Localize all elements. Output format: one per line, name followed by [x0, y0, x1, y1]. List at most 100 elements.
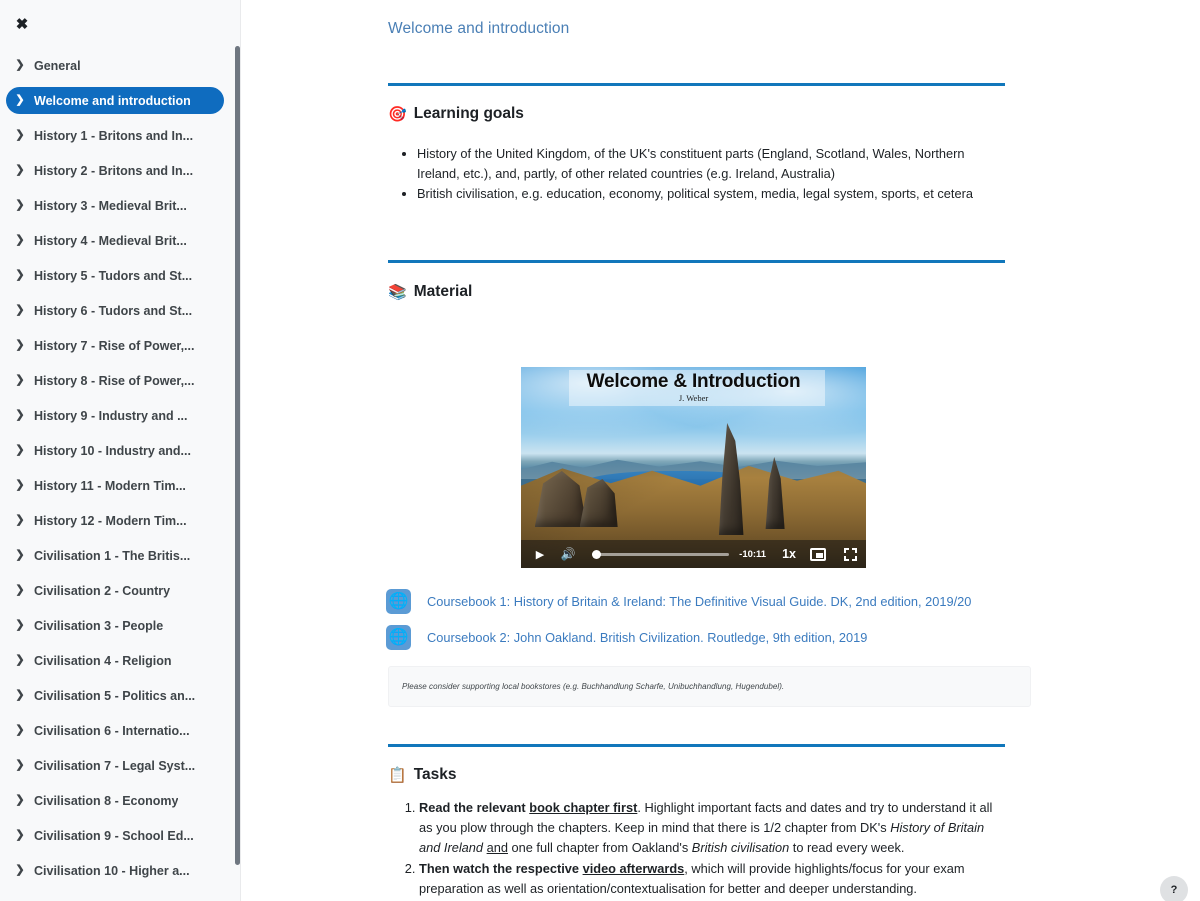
resource-link-label[interactable]: Coursebook 1: History of Britain & Irela…: [427, 594, 971, 609]
sidebar-item-label: Civilisation 4 - Religion: [34, 653, 172, 668]
sidebar-item-history-12-modern-tim[interactable]: ❯ History 12 - Modern Tim...: [6, 507, 224, 534]
chevron-right-icon: ❯: [15, 234, 25, 246]
sidebar-item-civilisation-4-religion[interactable]: ❯ Civilisation 4 - Religion: [6, 647, 224, 674]
sidebar-item-label: History 2 - Britons and In...: [34, 163, 194, 178]
sidebar-item-label: History 9 - Industry and ...: [34, 408, 188, 423]
globe-icon: 🌐: [386, 589, 411, 614]
tasks-heading: 📋 Tasks: [388, 766, 457, 784]
main-content: Welcome and introduction 🎯 Learning goal…: [241, 0, 1200, 901]
chevron-right-icon: ❯: [15, 409, 25, 421]
sidebar-item-history-5-tudors-and-st[interactable]: ❯ History 5 - Tudors and St...: [6, 262, 224, 289]
sidebar-item-label: History 12 - Modern Tim...: [34, 513, 187, 528]
sidebar-item-label: History 1 - Britons and In...: [34, 128, 194, 143]
task-text-run: Then watch the respective: [419, 860, 583, 876]
sidebar-item-history-11-modern-tim[interactable]: ❯ History 11 - Modern Tim...: [6, 472, 224, 499]
help-button[interactable]: ?: [1160, 876, 1188, 901]
chevron-right-icon: ❯: [15, 794, 25, 806]
task-text-run: book chapter first: [529, 800, 638, 815]
sidebar-item-label: History 4 - Medieval Brit...: [34, 233, 187, 248]
sidebar-item-history-9-industry-and[interactable]: ❯ History 9 - Industry and ...: [6, 402, 224, 429]
video-player[interactable]: Welcome & Introduction J. Weber ▶ 🔊 -10:…: [521, 367, 866, 568]
chevron-right-icon: ❯: [15, 94, 25, 106]
sidebar-item-civilisation-8-economy[interactable]: ❯ Civilisation 8 - Economy: [6, 787, 224, 814]
sidebar-item-history-7-rise-of-power[interactable]: ❯ History 7 - Rise of Power,...: [6, 332, 224, 359]
chevron-right-icon: ❯: [15, 619, 25, 631]
sidebar-item-civilisation-3-people[interactable]: ❯ Civilisation 3 - People: [6, 612, 224, 639]
drawer-scrollbar[interactable]: [235, 46, 240, 865]
clipboard-icon: 📋: [388, 766, 407, 784]
sidebar-item-civilisation-7-legal-syst[interactable]: ❯ Civilisation 7 - Legal Syst...: [6, 752, 224, 779]
chevron-right-icon: ❯: [15, 444, 25, 456]
task-text-run: to read every week.: [789, 840, 905, 856]
sidebar-item-label: Civilisation 5 - Politics an...: [34, 688, 196, 703]
sidebar-item-label: Civilisation 1 - The Britis...: [34, 548, 191, 563]
chevron-right-icon: ❯: [15, 584, 25, 596]
course-section-nav: ❯ General ❯ Welcome and introduction ❯ Histor…: [0, 46, 236, 901]
sidebar-item-history-4-medieval-brit[interactable]: ❯ History 4 - Medieval Brit...: [6, 227, 224, 254]
learning-goal-item: British civilisation, e.g. education, ec…: [417, 184, 988, 204]
sidebar-item-label: Civilisation 10 - Higher a...: [34, 863, 190, 878]
page-title: Welcome and introduction: [388, 20, 570, 38]
chevron-right-icon: ❯: [15, 759, 25, 771]
chevron-right-icon: ❯: [15, 339, 25, 351]
sidebar-item-label: Civilisation 3 - People: [34, 618, 164, 633]
sidebar-item-civilisation-6-internatio[interactable]: ❯ Civilisation 6 - Internatio...: [6, 717, 224, 744]
sidebar-item-label: Civilisation 6 - Internatio...: [34, 723, 190, 738]
tasks-heading-label: Tasks: [413, 766, 457, 783]
sidebar-item-civilisation-2-country[interactable]: ❯ Civilisation 2 - Country: [6, 577, 224, 604]
picture-in-picture-icon[interactable]: [810, 547, 826, 561]
sidebar-item-history-6-tudors-and-st[interactable]: ❯ History 6 - Tudors and St...: [6, 297, 224, 324]
sidebar-item-general[interactable]: ❯ General: [6, 52, 224, 79]
target-icon: 🎯: [388, 105, 407, 123]
bookstore-note-box: Please consider supporting local booksto…: [388, 666, 1031, 707]
playback-speed-button[interactable]: 1x: [782, 547, 796, 561]
video-controls-bar: ▶ 🔊 -10:11 1x: [521, 540, 866, 568]
resource-link-label[interactable]: Coursebook 2: John Oakland. British Civi…: [427, 630, 867, 645]
video-title: Welcome & Introduction: [586, 371, 801, 392]
sidebar-item-civilisation-9-school-ed[interactable]: ❯ Civilisation 9 - School Ed...: [6, 822, 224, 849]
sidebar-item-civilisation-10-higher-a[interactable]: ❯ Civilisation 10 - Higher a...: [6, 857, 224, 884]
resource-link-row[interactable]: 🌐 Coursebook 1: History of Britain & Ire…: [386, 589, 971, 614]
volume-icon[interactable]: 🔊: [556, 545, 580, 563]
sidebar-item-label: Civilisation 2 - Country: [34, 583, 171, 598]
section-divider-learning-goals: [388, 83, 1005, 86]
close-icon[interactable]: ✖: [10, 12, 34, 36]
sidebar-item-history-2-britons-and-in[interactable]: ❯ History 2 - Britons and In...: [6, 157, 224, 184]
sidebar-item-label: History 3 - Medieval Brit...: [34, 198, 187, 213]
sidebar-item-label: History 10 - Industry and...: [34, 443, 191, 458]
chevron-right-icon: ❯: [15, 129, 25, 141]
section-divider-tasks: [388, 744, 1005, 747]
chevron-right-icon: ❯: [15, 59, 25, 71]
chevron-right-icon: ❯: [15, 829, 25, 841]
sidebar-item-history-10-industry-and[interactable]: ❯ History 10 - Industry and...: [6, 437, 224, 464]
material-heading-label: Material: [413, 283, 473, 300]
chevron-right-icon: ❯: [15, 864, 25, 876]
sidebar-item-label: Civilisation 7 - Legal Syst...: [34, 758, 196, 773]
learning-goals-list: History of the United Kingdom, of the UK…: [388, 144, 988, 204]
sidebar-item-history-3-medieval-brit[interactable]: ❯ History 3 - Medieval Brit...: [6, 192, 224, 219]
chevron-right-icon: ❯: [15, 304, 25, 316]
sidebar-item-civilisation-5-politics-an[interactable]: ❯ Civilisation 5 - Politics an...: [6, 682, 224, 709]
sidebar-item-label: General: [34, 58, 81, 73]
learning-goals-heading-label: Learning goals: [413, 105, 524, 122]
section-divider-material: [388, 260, 1005, 263]
sidebar-item-label: History 6 - Tudors and St...: [34, 303, 193, 318]
task-text-run: video afterwards: [582, 860, 685, 876]
chevron-right-icon: ❯: [15, 549, 25, 561]
fullscreen-icon[interactable]: [844, 547, 857, 561]
resource-link-row[interactable]: 🌐 Coursebook 2: John Oakland. British Ci…: [386, 625, 867, 650]
sidebar-item-history-1-britons-and-in[interactable]: ❯ History 1 - Britons and In...: [6, 122, 224, 149]
course-index-drawer: ✖ ❯ General ❯ Welcome and introduction ❯ Hist…: [0, 0, 241, 901]
sidebar-item-civilisation-1-the-britis[interactable]: ❯ Civilisation 1 - The Britis...: [6, 542, 224, 569]
sidebar-item-history-8-rise-of-power[interactable]: ❯ History 8 - Rise of Power,...: [6, 367, 224, 394]
sidebar-item-label: History 5 - Tudors and St...: [34, 268, 193, 283]
video-progress-slider[interactable]: [592, 546, 730, 562]
play-icon[interactable]: ▶: [530, 545, 550, 563]
chevron-right-icon: ❯: [15, 269, 25, 281]
learning-goal-item: History of the United Kingdom, of the UK…: [417, 144, 988, 184]
sidebar-item-welcome-and-introduction[interactable]: ❯ Welcome and introduction: [6, 87, 224, 114]
books-icon: 📚: [388, 283, 407, 301]
sidebar-item-label: History 7 - Rise of Power,...: [34, 338, 195, 353]
chevron-right-icon: ❯: [15, 514, 25, 526]
video-progress-knob[interactable]: [592, 550, 601, 559]
